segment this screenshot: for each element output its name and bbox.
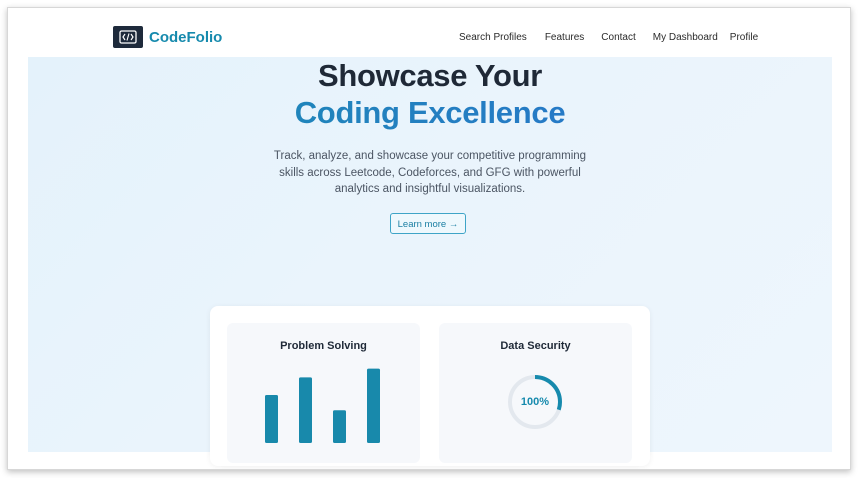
data-security-title: Data Security <box>500 340 571 352</box>
code-brackets-icon <box>113 26 143 48</box>
nav-links: Search Profiles Features Contact My Dash… <box>459 32 758 43</box>
problem-solving-bar-chart <box>265 368 380 443</box>
hero-section: Showcase Your Coding Excellence Track, a… <box>28 57 832 466</box>
brand-name: CodeFolio <box>149 28 223 46</box>
problem-solving-bar-1 <box>265 395 278 443</box>
nav-profile[interactable]: Profile <box>730 32 758 43</box>
nav-features[interactable]: Features <box>545 32 584 43</box>
nav-search-profiles[interactable]: Search Profiles <box>459 32 527 43</box>
problem-solving-card: Problem Solving <box>227 323 420 463</box>
top-navbar: CodeFolio Search Profiles Features Conta… <box>8 8 850 57</box>
nav-my-dashboard[interactable]: My Dashboard <box>653 32 718 43</box>
problem-solving-bar-4 <box>367 368 380 443</box>
browser-viewport: CodeFolio Search Profiles Features Conta… <box>7 7 851 470</box>
data-security-card: Data Security 100% <box>439 323 632 463</box>
learn-more-button[interactable]: Learn more → <box>390 213 466 234</box>
problem-solving-bar-2 <box>299 377 312 443</box>
problem-solving-bar-3 <box>333 410 346 443</box>
features-panel: Problem Solving Data Security 100% <box>210 306 650 466</box>
hero-title-line1: Showcase Your <box>317 58 543 93</box>
brand-logo[interactable]: CodeFolio <box>113 26 222 48</box>
security-percentage: 100% <box>520 396 550 408</box>
nav-contact[interactable]: Contact <box>601 32 635 43</box>
hero-subtitle: Track, analyze, and showcase your compet… <box>273 150 587 195</box>
hero-title-line2: Coding Excellence <box>28 95 832 131</box>
